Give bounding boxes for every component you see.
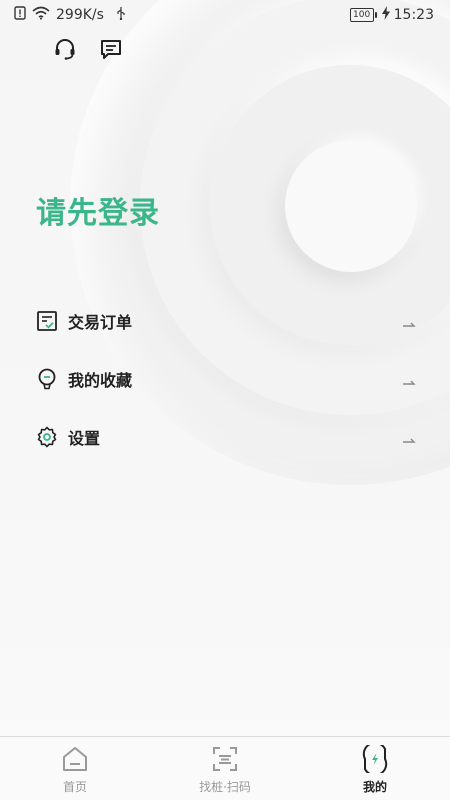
order-icon — [36, 310, 58, 332]
scan-icon — [211, 745, 239, 773]
settings-gear-icon — [36, 426, 58, 448]
arrow-right-icon — [402, 431, 416, 443]
battery-icon: 100 — [349, 8, 377, 22]
arrow-right-icon — [402, 315, 416, 327]
nav-tab-mine[interactable]: 我的 — [300, 737, 450, 800]
header-actions — [52, 38, 124, 64]
home-icon — [61, 745, 89, 773]
bottom-nav: 首页 找桩·扫码 我的 — [0, 736, 450, 800]
menu-item-orders[interactable]: 交易订单 — [0, 292, 450, 350]
avatar[interactable] — [285, 140, 417, 272]
leaf-bolt-icon — [361, 745, 389, 773]
alert-icon — [14, 6, 26, 24]
headset-icon — [53, 37, 77, 65]
network-speed: 299K/s — [56, 7, 104, 23]
message-icon — [99, 37, 123, 65]
wifi-icon — [32, 6, 50, 24]
menu-item-label: 设置 — [68, 429, 101, 448]
nav-label: 首页 — [62, 780, 87, 794]
nav-tab-home[interactable]: 首页 — [0, 737, 150, 800]
nav-label: 找桩·扫码 — [199, 780, 251, 794]
favorite-icon — [36, 368, 58, 390]
charging-icon — [381, 6, 390, 24]
profile-screen: 299K/s 100 15:23 请先登录 交易订单 我的收藏 设置 首页 找桩… — [0, 0, 450, 800]
clock: 15:23 — [393, 7, 434, 23]
menu-item-label: 我的收藏 — [68, 371, 133, 390]
arrow-right-icon — [402, 373, 416, 385]
messages-button[interactable] — [98, 38, 124, 64]
customer-service-button[interactable] — [52, 38, 78, 64]
menu-item-label: 交易订单 — [68, 313, 133, 332]
menu-item-settings[interactable]: 设置 — [0, 408, 450, 466]
nav-label: 我的 — [362, 780, 387, 794]
nav-tab-scan[interactable]: 找桩·扫码 — [150, 737, 300, 800]
status-bar: 299K/s 100 15:23 — [0, 0, 450, 30]
profile-menu: 交易订单 我的收藏 设置 — [0, 292, 450, 466]
login-prompt[interactable]: 请先登录 — [36, 188, 160, 232]
menu-item-favorites[interactable]: 我的收藏 — [0, 350, 450, 408]
usb-icon — [116, 6, 126, 24]
